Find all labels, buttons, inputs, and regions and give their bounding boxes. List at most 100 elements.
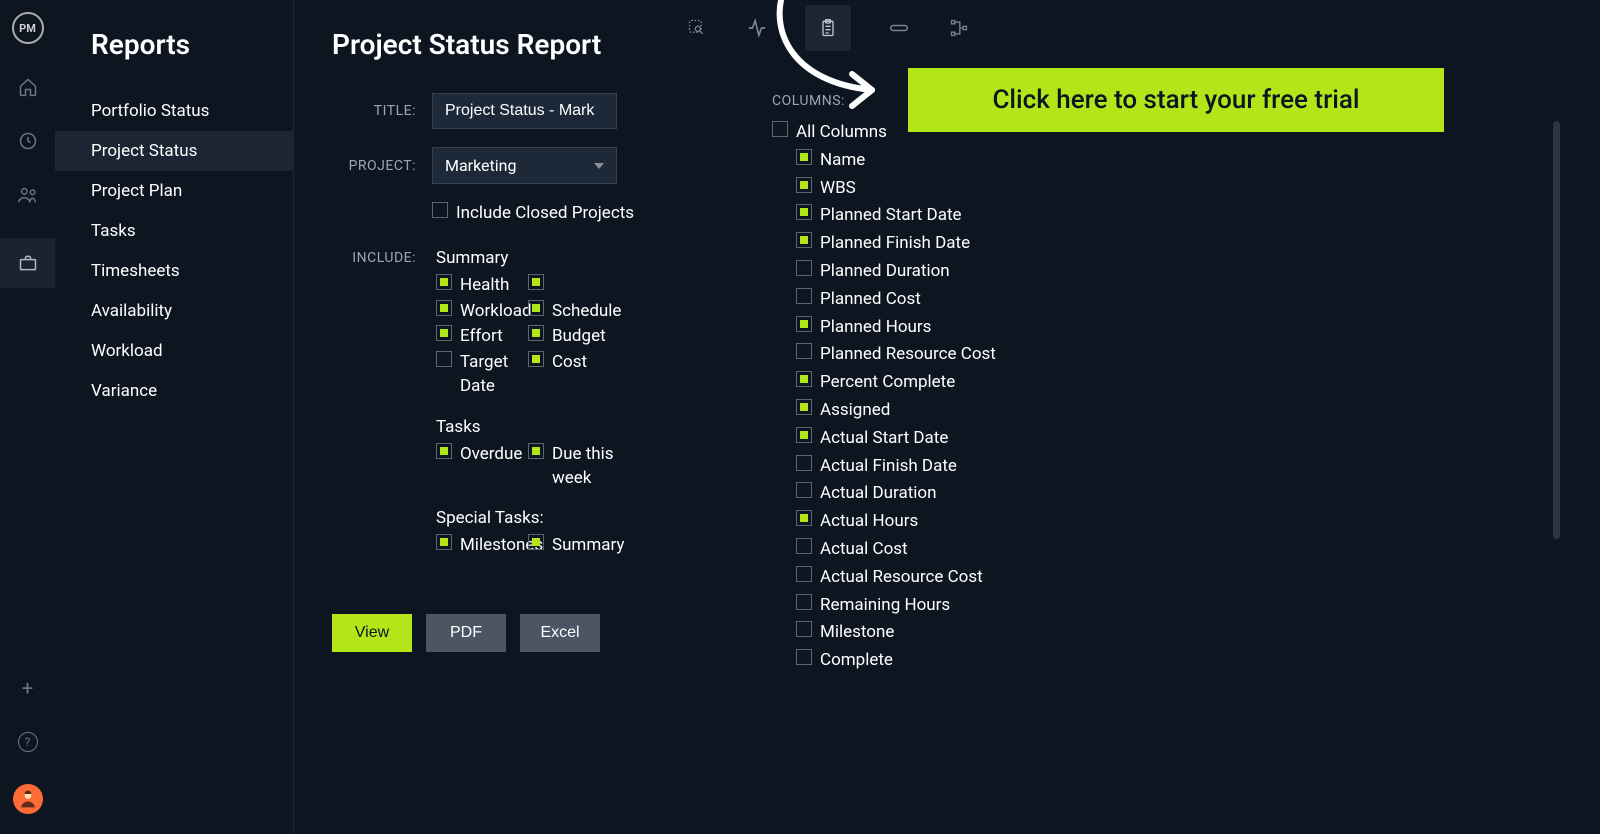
- view-button[interactable]: View: [332, 614, 412, 652]
- column-checkbox[interactable]: [796, 232, 812, 248]
- column-checkbox[interactable]: [796, 482, 812, 498]
- tasks-group-title: Tasks: [436, 417, 620, 437]
- chevron-down-icon: [594, 163, 604, 169]
- column-label: Milestone: [820, 621, 894, 645]
- hierarchy-icon[interactable]: [947, 16, 971, 40]
- sidebar-item-timesheets[interactable]: Timesheets: [55, 251, 293, 291]
- column-checkbox[interactable]: [796, 343, 812, 359]
- clipboard-icon[interactable]: [805, 5, 851, 51]
- include-closed-label: Include Closed Projects: [456, 202, 634, 226]
- include-task-label: Due this week: [552, 443, 620, 491]
- project-select[interactable]: Marketing: [432, 147, 617, 184]
- excel-button[interactable]: Excel: [520, 614, 600, 652]
- sidebar-item-portfolio-status[interactable]: Portfolio Status: [55, 91, 293, 131]
- sidebar-item-tasks[interactable]: Tasks: [55, 211, 293, 251]
- include-special-label: Summary: [552, 534, 624, 558]
- include-checkbox[interactable]: [436, 351, 452, 367]
- include-option-label: Budget: [552, 325, 606, 349]
- include-checkbox[interactable]: [528, 325, 544, 341]
- include-label: INCLUDE:: [332, 250, 416, 266]
- column-checkbox[interactable]: [796, 288, 812, 304]
- column-checkbox[interactable]: [796, 177, 812, 193]
- include-special-checkbox[interactable]: [528, 534, 544, 550]
- column-label: Planned Cost: [820, 288, 921, 312]
- column-label: Planned Resource Cost: [820, 343, 996, 367]
- column-checkbox[interactable]: [796, 594, 812, 610]
- free-trial-cta[interactable]: Click here to start your free trial: [908, 68, 1444, 132]
- add-icon[interactable]: +: [22, 676, 33, 700]
- include-option-label: Cost: [552, 351, 587, 375]
- summary-group-title: Summary: [436, 248, 620, 268]
- column-checkbox[interactable]: [796, 260, 812, 276]
- project-label: PROJECT:: [332, 158, 416, 174]
- column-checkbox[interactable]: [796, 455, 812, 471]
- briefcase-icon[interactable]: [0, 238, 55, 288]
- include-option-label: Health: [460, 274, 509, 298]
- view-toolbar: [55, 0, 1600, 56]
- include-closed-checkbox[interactable]: [432, 202, 448, 218]
- column-label: Actual Duration: [820, 482, 937, 506]
- column-checkbox[interactable]: [796, 204, 812, 220]
- include-option-label: Schedule: [552, 300, 621, 324]
- column-label: Actual Hours: [820, 510, 918, 534]
- help-icon[interactable]: ?: [18, 732, 38, 752]
- column-label: Complete: [820, 649, 893, 673]
- reports-sidebar: Reports Portfolio StatusProject StatusPr…: [55, 0, 294, 834]
- sidebar-item-workload[interactable]: Workload: [55, 331, 293, 371]
- column-checkbox[interactable]: [796, 316, 812, 332]
- include-task-checkbox[interactable]: [528, 443, 544, 459]
- icon-rail: PM + ?: [0, 0, 55, 834]
- column-label: Planned Hours: [820, 316, 931, 340]
- title-label: TITLE:: [332, 103, 416, 119]
- include-checkbox[interactable]: [436, 325, 452, 341]
- column-label: Planned Duration: [820, 260, 950, 284]
- scrollbar-track[interactable]: [1552, 121, 1560, 661]
- include-option-label: Effort: [460, 325, 503, 349]
- include-task-label: Overdue: [460, 443, 522, 467]
- include-checkbox[interactable]: [528, 300, 544, 316]
- include-task-checkbox[interactable]: [436, 443, 452, 459]
- column-label: Actual Cost: [820, 538, 908, 562]
- include-option-label: Target Date: [460, 351, 528, 399]
- all-columns-checkbox[interactable]: [772, 121, 788, 137]
- all-columns-label: All Columns: [796, 121, 887, 145]
- pdf-button[interactable]: PDF: [426, 614, 506, 652]
- zoom-icon[interactable]: [685, 16, 709, 40]
- sidebar-item-project-plan[interactable]: Project Plan: [55, 171, 293, 211]
- sidebar-item-project-status[interactable]: Project Status: [55, 131, 293, 171]
- column-checkbox[interactable]: [796, 427, 812, 443]
- column-checkbox[interactable]: [796, 149, 812, 165]
- column-checkbox[interactable]: [796, 371, 812, 387]
- column-label: Actual Finish Date: [820, 455, 957, 479]
- include-checkbox[interactable]: [528, 351, 544, 367]
- column-label: Actual Start Date: [820, 427, 948, 451]
- app-logo[interactable]: PM: [12, 12, 44, 44]
- link-icon[interactable]: [887, 16, 911, 40]
- scrollbar-thumb[interactable]: [1553, 121, 1560, 539]
- include-special-checkbox[interactable]: [436, 534, 452, 550]
- sidebar-item-availability[interactable]: Availability: [55, 291, 293, 331]
- avatar[interactable]: [13, 784, 43, 814]
- column-label: Actual Resource Cost: [820, 566, 983, 590]
- column-label: Name: [820, 149, 865, 173]
- column-checkbox[interactable]: [796, 566, 812, 582]
- activity-icon[interactable]: [745, 16, 769, 40]
- include-checkbox[interactable]: [436, 274, 452, 290]
- include-option-label: Workload: [460, 300, 532, 324]
- column-checkbox[interactable]: [796, 621, 812, 637]
- home-icon[interactable]: [17, 76, 39, 98]
- clock-icon[interactable]: [17, 130, 39, 152]
- column-label: Percent Complete: [820, 371, 955, 395]
- column-label: Remaining Hours: [820, 594, 950, 618]
- column-checkbox[interactable]: [796, 538, 812, 554]
- column-checkbox[interactable]: [796, 399, 812, 415]
- column-checkbox[interactable]: [796, 649, 812, 665]
- title-input[interactable]: [432, 93, 617, 129]
- column-label: WBS: [820, 177, 856, 201]
- people-icon[interactable]: [17, 184, 39, 206]
- include-checkbox[interactable]: [528, 274, 544, 290]
- column-label: Planned Start Date: [820, 204, 962, 228]
- column-checkbox[interactable]: [796, 510, 812, 526]
- include-checkbox[interactable]: [436, 300, 452, 316]
- sidebar-item-variance[interactable]: Variance: [55, 371, 293, 411]
